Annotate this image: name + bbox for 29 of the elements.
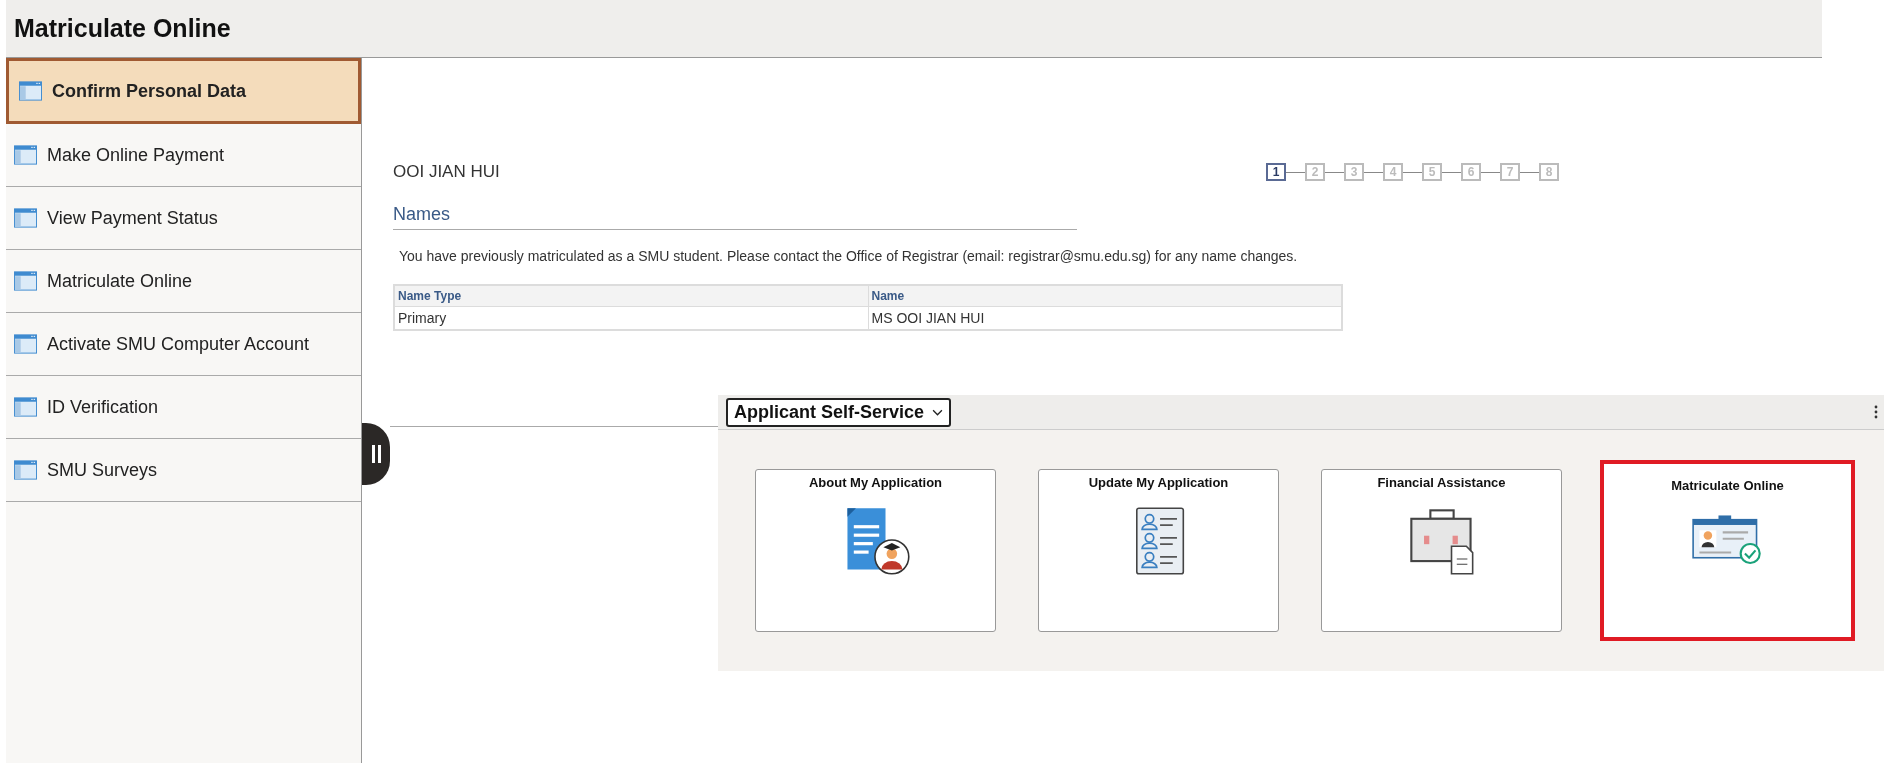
tile[interactable]: Update My Application [1038,469,1279,632]
sidebar-item[interactable]: Make Online Payment [6,124,361,187]
window-icon [14,208,37,228]
window-icon [14,334,37,354]
homepage-dropdown[interactable]: Applicant Self-Service [726,397,952,427]
student-name: OOI JIAN HUI [393,162,500,182]
collapse-handle[interactable] [362,423,390,485]
sidebar-item[interactable]: Confirm Personal Data [6,58,361,124]
chevron-icon [932,408,944,416]
window-icon [14,460,37,480]
page-title: Matriculate Online [13,14,231,43]
sidebar-item[interactable]: Activate SMU Computer Account [6,313,361,376]
sidebar-item[interactable]: SMU Surveys [6,439,361,502]
notice-text: You have previously matriculated as a SMU student. Please contact the Office of Registrar (email: registrar@smu.edu.sg) for any name changes. [398,248,1299,264]
more-icon[interactable] [1874,405,1878,419]
tile[interactable]: Financial Assistance [1321,469,1562,632]
tile[interactable]: About My Application [755,469,996,632]
window-icon [14,397,37,417]
window-icon [19,81,42,101]
tile[interactable]: Matriculate Online [1600,460,1855,641]
sidebar-item[interactable]: Matriculate Online [6,250,361,313]
sidebar-item[interactable]: ID Verification [6,376,361,439]
step-indicator[interactable]: 1 [1266,163,1286,181]
column-header: Name [868,285,1342,307]
section-heading: Names [393,204,1077,230]
column-header: Name Type [394,285,868,307]
window-icon [14,145,37,165]
sidebar-item[interactable]: View Payment Status [6,187,361,250]
window-icon [14,271,37,291]
